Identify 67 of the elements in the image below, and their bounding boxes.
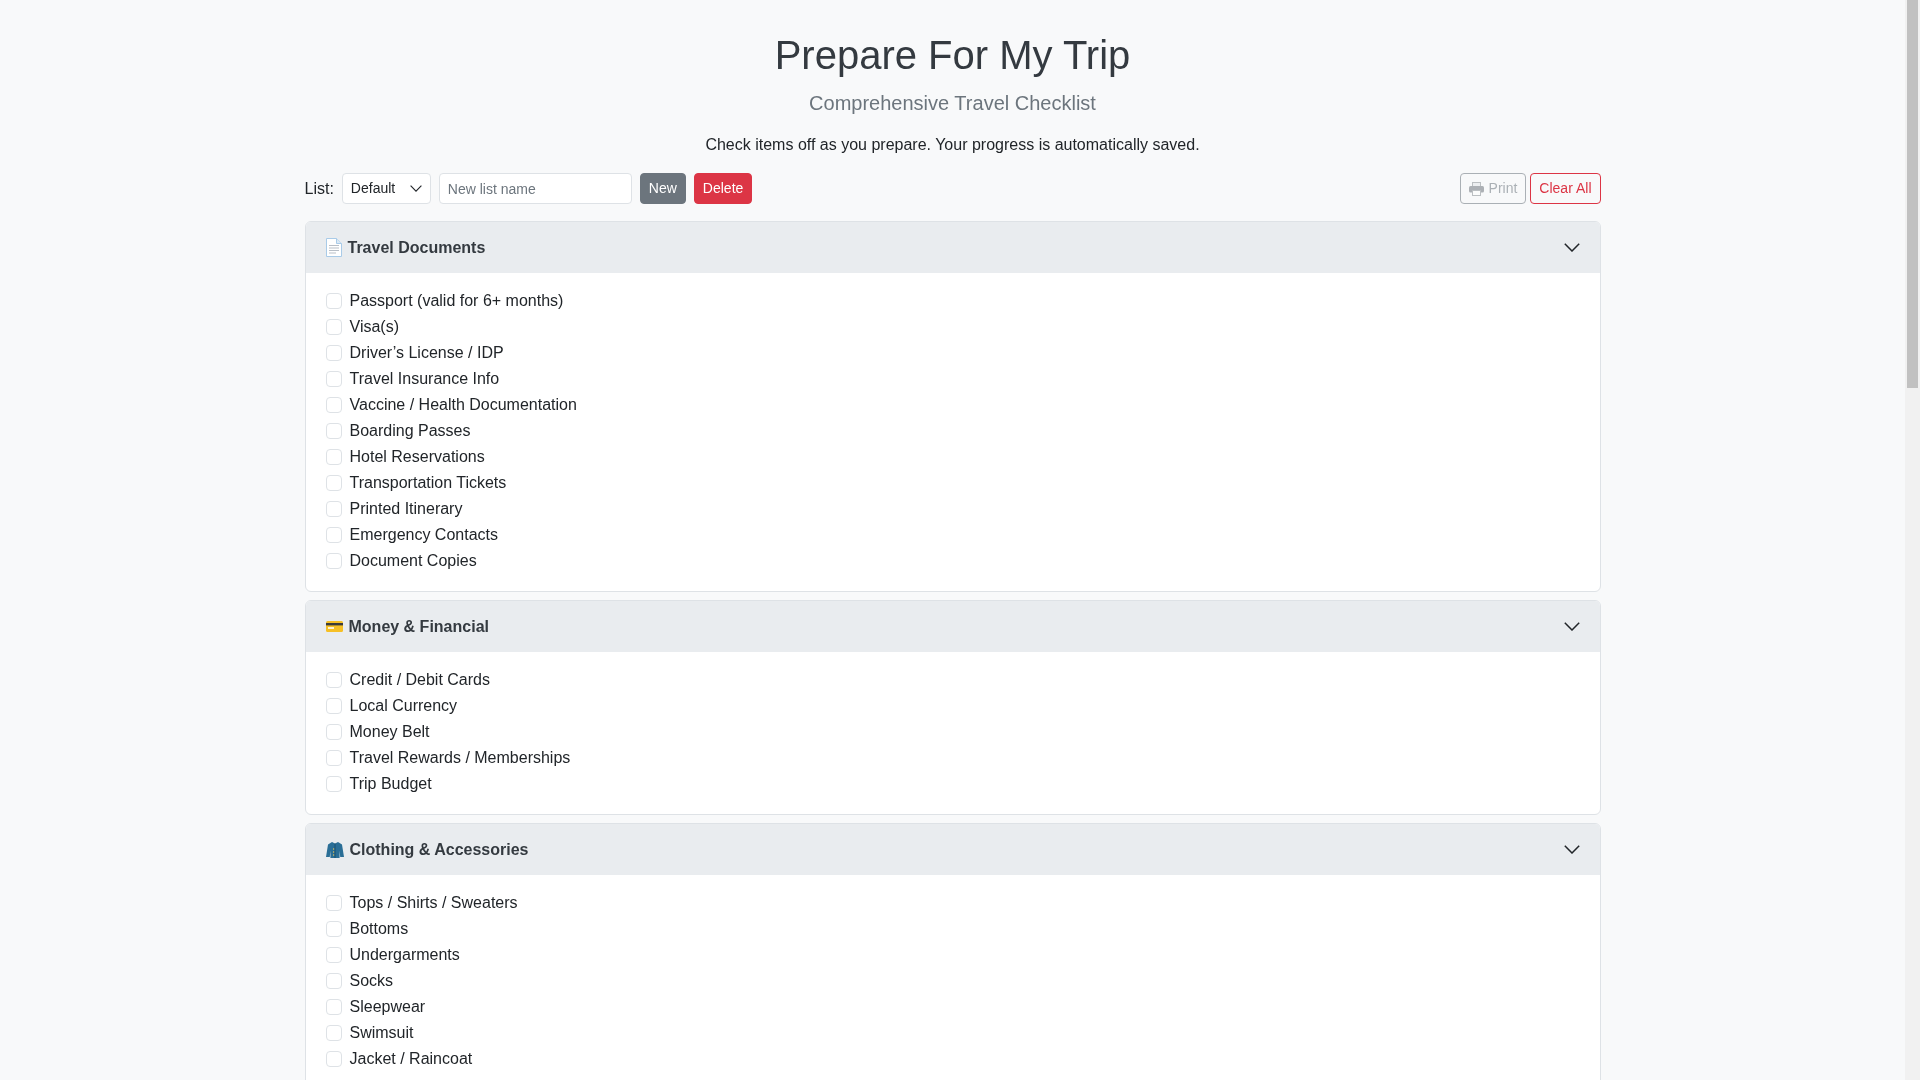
item-label: Bottoms: [349, 919, 409, 939]
checkbox[interactable]: [325, 672, 342, 688]
item-label: Emergency Contacts: [349, 525, 498, 545]
item-label: Transportation Tickets: [349, 473, 507, 493]
checkbox[interactable]: [325, 895, 342, 911]
document-icon: [325, 238, 342, 257]
checkbox[interactable]: [325, 293, 342, 309]
new-list-name-field[interactable]: New list name: [438, 173, 632, 204]
item-label: Trip Budget: [349, 774, 432, 794]
item-label: Passport (valid for 6+ months): [349, 291, 564, 311]
checkbox[interactable]: [325, 475, 342, 491]
checkbox[interactable]: [325, 776, 342, 792]
checkbox[interactable]: [325, 698, 342, 714]
item-label: Tops / Shirts / Sweaters: [349, 893, 518, 913]
checkbox[interactable]: [325, 921, 342, 937]
scrollbar-thumb[interactable]: [1907, 0, 1918, 388]
chevron-down-icon: [409, 185, 422, 192]
printer-icon: [1468, 181, 1484, 196]
checkbox[interactable]: [325, 449, 342, 465]
checkbox[interactable]: [325, 947, 342, 963]
item-label: Swimsuit: [349, 1023, 414, 1043]
item-label: Undergarments: [349, 945, 460, 965]
credit-card-icon: [325, 621, 343, 632]
checkbox[interactable]: [325, 423, 342, 439]
item-label: Visa(s): [349, 317, 399, 337]
checkbox[interactable]: [325, 397, 342, 413]
list-label: List:: [304, 178, 334, 199]
list-select[interactable]: Default: [341, 173, 431, 204]
item-label: Boarding Passes: [349, 421, 471, 441]
item-label: Money Belt: [349, 722, 430, 742]
item-label: Socks: [349, 971, 394, 991]
item-label: Printed Itinerary: [349, 499, 463, 519]
instructions-text: Check items off as you prepare. Your progress is automatically saved.: [704, 135, 1201, 155]
coat-icon: [325, 841, 344, 858]
new-button[interactable]: New: [639, 173, 686, 204]
item-label: Travel Insurance Info: [349, 369, 500, 389]
checkbox[interactable]: [325, 999, 342, 1015]
page-subtitle: Comprehensive Travel Checklist: [808, 91, 1097, 116]
section-header[interactable]: Money & Financial: [305, 601, 1600, 652]
section-header[interactable]: Travel Documents: [305, 222, 1600, 273]
checkbox[interactable]: [325, 750, 342, 766]
item-label: Credit / Debit Cards: [349, 670, 490, 690]
item-label: Jacket / Raincoat: [349, 1049, 473, 1069]
item-label: Document Copies: [349, 551, 477, 571]
checkbox[interactable]: [325, 345, 342, 361]
delete-button[interactable]: Delete: [693, 173, 753, 204]
item-label: Driver’s License / IDP: [349, 343, 504, 363]
item-label: Hotel Reservations: [349, 447, 485, 467]
checkbox[interactable]: [325, 371, 342, 387]
chevron-down-icon: [1563, 243, 1580, 252]
checkbox[interactable]: [325, 973, 342, 989]
checkbox[interactable]: [325, 553, 342, 569]
item-label: Sleepwear: [349, 997, 426, 1017]
page-title: Prepare For My Trip: [773, 32, 1132, 79]
chevron-down-icon: [1563, 845, 1580, 854]
checkbox[interactable]: [325, 724, 342, 740]
checkbox[interactable]: [325, 527, 342, 543]
checkbox[interactable]: [325, 1051, 342, 1067]
checkbox[interactable]: [325, 1025, 342, 1041]
chevron-down-icon: [1563, 622, 1580, 631]
item-label: Travel Rewards / Memberships: [349, 748, 571, 768]
checkbox[interactable]: [325, 319, 342, 335]
checkbox[interactable]: [325, 501, 342, 517]
clear-all-button[interactable]: Clear All: [1530, 173, 1601, 204]
item-label: Vaccine / Health Documentation: [349, 395, 577, 415]
section-header[interactable]: Clothing & Accessories: [305, 824, 1600, 875]
item-label: Local Currency: [349, 696, 458, 716]
